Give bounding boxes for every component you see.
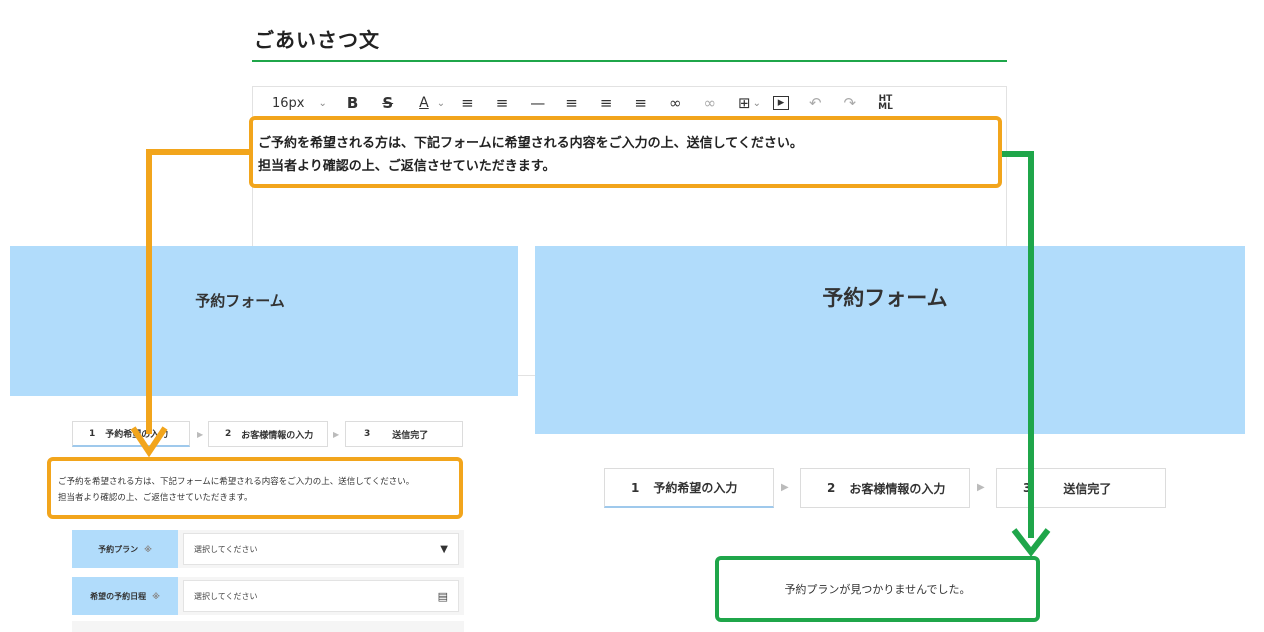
orange-arrow	[146, 149, 249, 434]
annotation-arrows	[130, 149, 1051, 557]
green-arrow	[1002, 151, 1034, 538]
